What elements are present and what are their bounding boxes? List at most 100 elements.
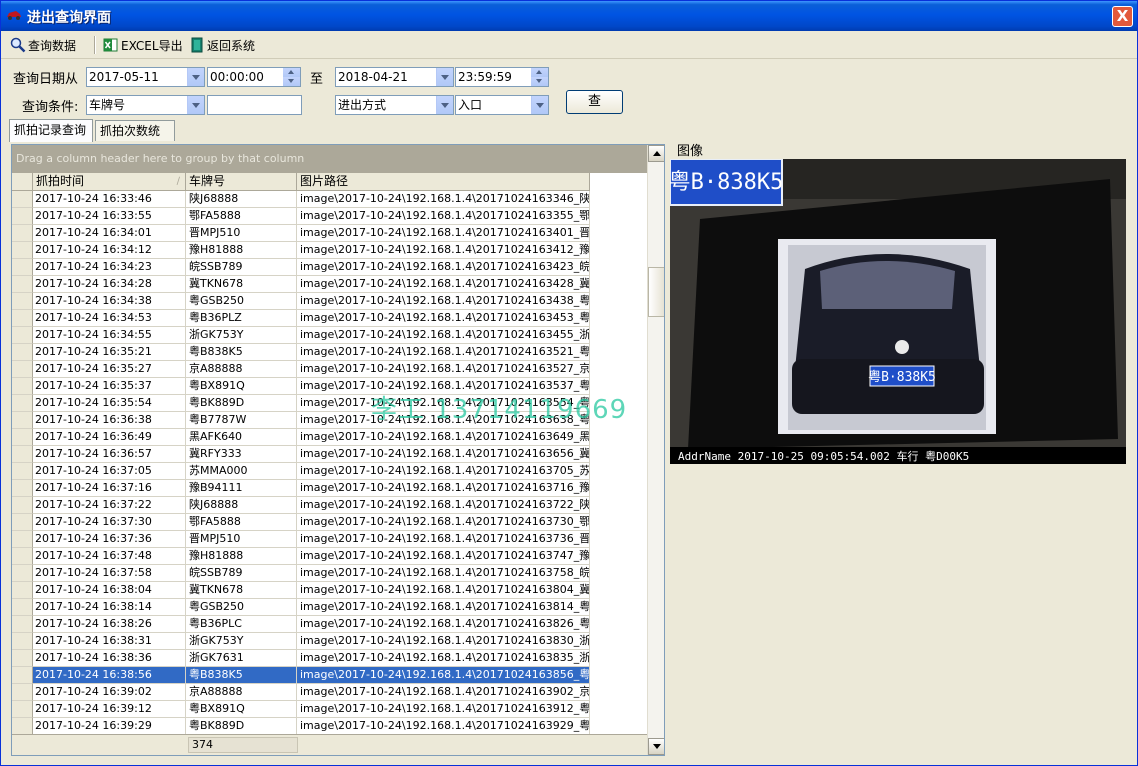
row-indicator[interactable]	[12, 582, 33, 599]
cell-path[interactable]: image\2017-10-24\192.168.1.4\20171024163…	[297, 310, 590, 327]
cell-time[interactable]: 2017-10-24 16:35:21	[33, 344, 186, 361]
cell-plate[interactable]: 豫H81888	[186, 548, 297, 565]
cell-path[interactable]: image\2017-10-24\192.168.1.4\20171024163…	[297, 565, 590, 582]
cell-time[interactable]: 2017-10-24 16:39:12	[33, 701, 186, 718]
cell-plate[interactable]: 粤GSB250	[186, 293, 297, 310]
cell-path[interactable]: image\2017-10-24\192.168.1.4\20171024163…	[297, 259, 590, 276]
cell-path[interactable]: image\2017-10-24\192.168.1.4\20171024163…	[297, 463, 590, 480]
cell-time[interactable]: 2017-10-24 16:39:29	[33, 718, 186, 735]
cell-time[interactable]: 2017-10-24 16:34:23	[33, 259, 186, 276]
cell-time[interactable]: 2017-10-24 16:35:37	[33, 378, 186, 395]
cell-path[interactable]: image\2017-10-24\192.168.1.4\20171024163…	[297, 293, 590, 310]
table-row[interactable]: 2017-10-24 16:33:55 鄂FA5888 image\2017-10-…	[12, 208, 590, 225]
row-indicator[interactable]	[12, 548, 33, 565]
cell-path[interactable]: image\2017-10-24\192.168.1.4\20171024163…	[297, 650, 590, 667]
table-row[interactable]: 2017-10-24 16:37:22 陕J68888 image\2017-10-…	[12, 497, 590, 514]
date-to-picker[interactable]: 2018-04-21	[335, 67, 454, 87]
cell-time[interactable]: 2017-10-24 16:38:31	[33, 633, 186, 650]
row-indicator[interactable]	[12, 684, 33, 701]
cell-plate[interactable]: 陕J68888	[186, 191, 297, 208]
cell-time[interactable]: 2017-10-24 16:38:04	[33, 582, 186, 599]
cell-path[interactable]: image\2017-10-24\192.168.1.4\20171024163…	[297, 446, 590, 463]
cell-path[interactable]: image\2017-10-24\192.168.1.4\20171024163…	[297, 429, 590, 446]
row-indicator[interactable]	[12, 463, 33, 480]
cell-time[interactable]: 2017-10-24 16:39:02	[33, 684, 186, 701]
row-indicator[interactable]	[12, 650, 33, 667]
cell-time[interactable]: 2017-10-24 16:33:46	[33, 191, 186, 208]
table-row[interactable]: 2017-10-24 16:34:12 豫H81888 image\2017-10-…	[12, 242, 590, 259]
row-indicator[interactable]	[12, 208, 33, 225]
cell-time[interactable]: 2017-10-24 16:33:55	[33, 208, 186, 225]
cell-time[interactable]: 2017-10-24 16:38:14	[33, 599, 186, 616]
row-indicator[interactable]	[12, 480, 33, 497]
table-row[interactable]: 2017-10-24 16:37:58 皖SSB789 image\2017-10-…	[12, 565, 590, 582]
cell-plate[interactable]: 粤BX891Q	[186, 378, 297, 395]
cell-plate[interactable]: 粤B36PLZ	[186, 310, 297, 327]
row-indicator[interactable]	[12, 701, 33, 718]
date-from-picker[interactable]: 2017-05-11	[86, 67, 205, 87]
table-row[interactable]: 2017-10-24 16:33:46 陕J68888 image\2017-10-…	[12, 191, 590, 208]
cell-plate[interactable]: 浙GK753Y	[186, 327, 297, 344]
spin-down-icon[interactable]	[283, 77, 300, 86]
table-row[interactable]: 2017-10-24 16:37:48 豫H81888 image\2017-10-…	[12, 548, 590, 565]
cell-path[interactable]: image\2017-10-24\192.168.1.4\20171024163…	[297, 225, 590, 242]
cell-time[interactable]: 2017-10-24 16:34:55	[33, 327, 186, 344]
row-indicator[interactable]	[12, 514, 33, 531]
chevron-down-icon[interactable]	[187, 68, 204, 86]
table-row[interactable]: 2017-10-24 16:34:28 冀TKN678 image\2017-10-…	[12, 276, 590, 293]
cell-path[interactable]: image\2017-10-24\192.168.1.4\20171024163…	[297, 480, 590, 497]
cell-path[interactable]: image\2017-10-24\192.168.1.4\20171024163…	[297, 242, 590, 259]
cell-time[interactable]: 2017-10-24 16:35:54	[33, 395, 186, 412]
chevron-down-icon[interactable]	[436, 96, 453, 114]
table-row[interactable]: 2017-10-24 16:38:04 冀TKN678 image\2017-10-…	[12, 582, 590, 599]
row-indicator[interactable]	[12, 446, 33, 463]
scroll-up-icon[interactable]	[648, 145, 664, 162]
table-row[interactable]: 2017-10-24 16:38:26 粤B36PLC image\2017-10-…	[12, 616, 590, 633]
time-to-spinner[interactable]: 23:59:59	[455, 67, 549, 87]
cell-plate[interactable]: 粤B7787W	[186, 412, 297, 429]
close-button[interactable]: X	[1112, 6, 1133, 27]
cell-path[interactable]: image\2017-10-24\192.168.1.4\20171024163…	[297, 616, 590, 633]
query-data-button[interactable]: 查询数据	[10, 35, 76, 55]
table-row[interactable]: 2017-10-24 16:35:21 粤B838K5 image\2017-10-…	[12, 344, 590, 361]
cell-plate[interactable]: 鄂FA5888	[186, 514, 297, 531]
cell-plate[interactable]: 京A88888	[186, 684, 297, 701]
cell-plate[interactable]: 粤B36PLC	[186, 616, 297, 633]
query-button[interactable]: 查	[566, 90, 623, 114]
cell-path[interactable]: image\2017-10-24\192.168.1.4\20171024163…	[297, 633, 590, 650]
cell-plate[interactable]: 粤BX891Q	[186, 701, 297, 718]
row-indicator[interactable]	[12, 327, 33, 344]
cell-plate[interactable]: 粤BK889D	[186, 395, 297, 412]
cell-time[interactable]: 2017-10-24 16:37:36	[33, 531, 186, 548]
chevron-down-icon[interactable]	[531, 96, 548, 114]
table-row[interactable]: 2017-10-24 16:34:53 粤B36PLZ image\2017-10-…	[12, 310, 590, 327]
table-row[interactable]: 2017-10-24 16:34:38 粤GSB250 image\2017-10-…	[12, 293, 590, 310]
condition-field-select[interactable]: 车牌号	[86, 95, 205, 115]
cell-plate[interactable]: 苏MMA000	[186, 463, 297, 480]
cell-path[interactable]: image\2017-10-24\192.168.1.4\20171024163…	[297, 531, 590, 548]
cell-time[interactable]: 2017-10-24 16:37:05	[33, 463, 186, 480]
table-row[interactable]: 2017-10-24 16:38:36 浙GK7631 image\2017-10-…	[12, 650, 590, 667]
cell-plate[interactable]: 浙GK7631	[186, 650, 297, 667]
row-indicator[interactable]	[12, 276, 33, 293]
cell-time[interactable]: 2017-10-24 16:38:36	[33, 650, 186, 667]
tab-capture-records[interactable]: 抓拍记录查询	[9, 119, 93, 142]
cell-time[interactable]: 2017-10-24 16:37:30	[33, 514, 186, 531]
table-row[interactable]: 2017-10-24 16:34:01 晋MPJ510 image\2017-10-…	[12, 225, 590, 242]
cell-path[interactable]: image\2017-10-24\192.168.1.4\20171024163…	[297, 667, 590, 684]
cell-plate[interactable]: 皖SSB789	[186, 565, 297, 582]
cell-time[interactable]: 2017-10-24 16:34:01	[33, 225, 186, 242]
table-row[interactable]: 2017-10-24 16:36:49 黑AFK640 image\2017-10-…	[12, 429, 590, 446]
cell-time[interactable]: 2017-10-24 16:34:28	[33, 276, 186, 293]
time-from-spinner[interactable]: 00:00:00	[207, 67, 301, 87]
cell-plate[interactable]: 浙GK753Y	[186, 633, 297, 650]
direction-field-select[interactable]: 进出方式	[335, 95, 454, 115]
row-indicator[interactable]	[12, 259, 33, 276]
cell-plate[interactable]: 豫B94111	[186, 480, 297, 497]
cell-plate[interactable]: 粤B838K5	[186, 344, 297, 361]
spin-down-icon[interactable]	[531, 77, 548, 86]
cell-path[interactable]: image\2017-10-24\192.168.1.4\20171024163…	[297, 514, 590, 531]
scroll-thumb[interactable]	[648, 267, 664, 317]
table-row[interactable]: 2017-10-24 16:36:57 冀RFY333 image\2017-10-…	[12, 446, 590, 463]
vertical-scrollbar[interactable]	[647, 145, 664, 755]
